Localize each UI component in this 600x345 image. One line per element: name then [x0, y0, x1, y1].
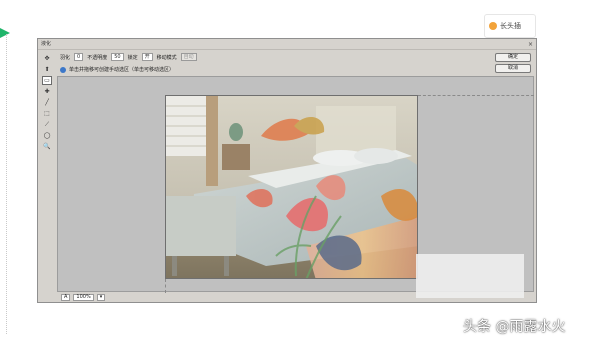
pen-tool-icon[interactable]: ⟋: [42, 120, 52, 129]
lock-select[interactable]: 开: [141, 53, 153, 61]
zoom-minus-box[interactable]: A: [61, 294, 71, 301]
move-mode-select[interactable]: 自动: [180, 53, 197, 61]
options-bar: 羽化 0 不透明度 50 锁定 开 移动模式 自动: [60, 51, 530, 63]
cancel-button[interactable]: 取消: [495, 64, 531, 73]
green-arrow-icon: [0, 28, 10, 38]
opacity-label: 不透明度: [87, 54, 108, 61]
zoom-tool-icon[interactable]: 🔍: [42, 142, 52, 151]
push-tool-icon[interactable]: ⬆: [42, 65, 52, 74]
selection-edge-left: [165, 279, 166, 293]
stamp-tool-icon[interactable]: ✚: [42, 87, 52, 96]
info-icon: [60, 66, 66, 73]
watermark-text: 头条 @雨露水火: [463, 319, 566, 335]
top-right-tab-label: 长头插: [500, 22, 521, 30]
zoom-dropdown-icon[interactable]: ▾: [96, 294, 106, 301]
bedroom-image-svg: [166, 96, 417, 278]
app-logo-icon: [489, 22, 497, 30]
hint-bar: 单击并拖移可创建手动选区（单击可移动选区）: [60, 65, 174, 74]
top-right-tab[interactable]: 长头插: [484, 14, 536, 38]
dialog-titlebar: 液化 ×: [38, 39, 536, 50]
opacity-input[interactable]: 50: [111, 53, 124, 61]
close-icon[interactable]: ×: [528, 39, 533, 50]
ellipse-tool-icon[interactable]: ◯: [42, 131, 52, 140]
blurred-region: [416, 254, 524, 298]
feather-label: 羽化: [60, 54, 71, 61]
hint-text: 单击并拖移可创建手动选区（单击可移动选区）: [69, 67, 175, 73]
move-mode-label: 移动模式: [156, 54, 177, 61]
selection-edge-top: [418, 95, 534, 96]
toolbox: ✥ ⬆ ▭ ✚ ╱ ⬚ ⟋ ◯ 🔍: [40, 53, 54, 213]
feather-input[interactable]: 0: [74, 53, 84, 61]
move-tool-icon[interactable]: ✥: [42, 54, 52, 63]
bedroom-photo[interactable]: [165, 95, 418, 279]
ok-button[interactable]: 确定: [495, 53, 531, 62]
marquee-tool-icon[interactable]: ▭: [42, 76, 52, 85]
dialog-title: 液化: [41, 41, 52, 47]
brush-tool-icon[interactable]: ╱: [42, 98, 52, 107]
zoom-level[interactable]: 100%: [73, 294, 94, 301]
margin-guide: [6, 34, 7, 334]
eraser-tool-icon[interactable]: ⬚: [42, 109, 52, 118]
lock-label: 锁定: [127, 54, 138, 61]
